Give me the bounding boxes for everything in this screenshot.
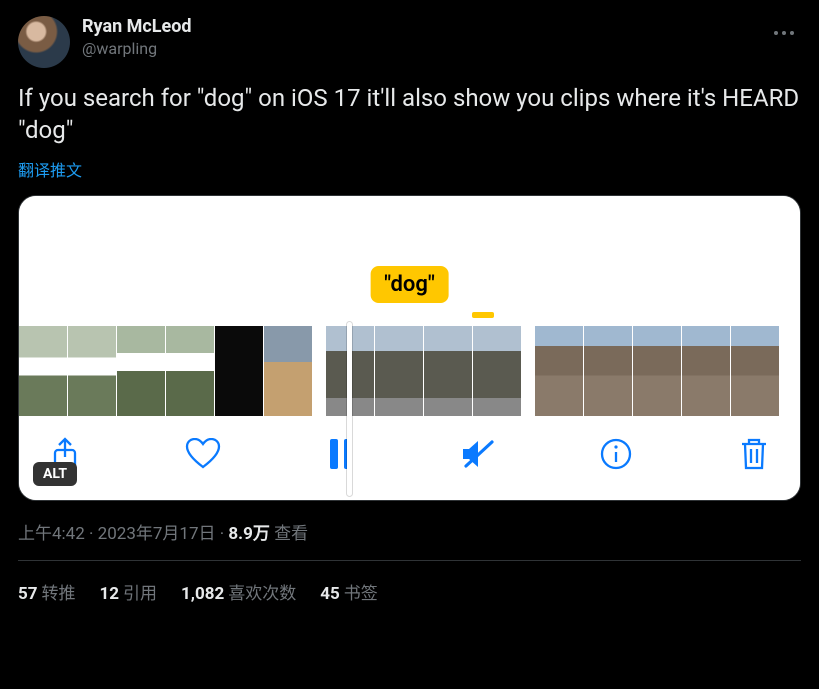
- clip-thumb: [264, 326, 312, 416]
- playhead[interactable]: [347, 322, 352, 496]
- clip-thumb: [473, 326, 521, 416]
- clip-thumb: [682, 326, 730, 416]
- tweet-header: Ryan McLeod @warpling: [18, 16, 801, 68]
- clip-thumb: [68, 326, 116, 416]
- tweet-container: Ryan McLeod @warpling If you search for …: [0, 0, 819, 614]
- clip-thumb: [535, 326, 583, 416]
- author-handle: @warpling: [82, 39, 755, 58]
- tweet-date[interactable]: 2023年7月17日: [98, 524, 216, 544]
- clip-thumb: [731, 326, 779, 416]
- like-button[interactable]: [185, 436, 221, 472]
- views-count: 8.9万: [228, 524, 269, 544]
- clip-group: [535, 326, 779, 416]
- likes-stat[interactable]: 1,082喜欢次数: [181, 579, 296, 604]
- heart-icon: [185, 438, 221, 470]
- more-button[interactable]: [767, 16, 801, 50]
- tweet-meta: 上午4:42 · 2023年7月17日 · 8.9万 查看: [18, 519, 801, 544]
- ellipsis-icon: [774, 31, 778, 35]
- info-button[interactable]: [598, 436, 634, 472]
- clip-thumb: [215, 326, 263, 416]
- video-timeline[interactable]: [19, 196, 800, 416]
- stats-row: 57转推 12引用 1,082喜欢次数 45书签: [18, 561, 801, 604]
- clip-thumb: [19, 326, 67, 416]
- media-toolbar: [19, 416, 800, 500]
- tweet-text: If you search for "dog" on iOS 17 it'll …: [18, 82, 801, 147]
- retweets-stat[interactable]: 57转推: [18, 579, 76, 604]
- author-block[interactable]: Ryan McLeod @warpling: [82, 16, 755, 58]
- search-term-marker: [472, 312, 494, 318]
- quotes-stat[interactable]: 12引用: [100, 579, 158, 604]
- tweet-time[interactable]: 上午4:42: [18, 524, 85, 544]
- clip-thumb: [166, 326, 214, 416]
- clip-thumb: [375, 326, 423, 416]
- media-card[interactable]: "dog": [18, 195, 801, 501]
- alt-badge[interactable]: ALT: [33, 462, 77, 486]
- pause-button[interactable]: [323, 436, 359, 472]
- clip-thumb: [117, 326, 165, 416]
- search-term-badge: "dog": [370, 266, 449, 303]
- mute-button[interactable]: [460, 436, 496, 472]
- clip-group: [326, 326, 521, 416]
- bookmarks-stat[interactable]: 45书签: [320, 579, 378, 604]
- clip-group: [19, 326, 312, 416]
- views-label: 查看: [274, 524, 308, 544]
- author-name: Ryan McLeod: [82, 16, 755, 37]
- clip-thumb: [424, 326, 472, 416]
- delete-button[interactable]: [736, 436, 772, 472]
- clip-thumb: [633, 326, 681, 416]
- trash-icon: [740, 437, 768, 471]
- avatar[interactable]: [18, 16, 70, 68]
- mute-icon: [460, 439, 496, 469]
- translate-link[interactable]: 翻译推文: [18, 157, 82, 181]
- clip-thumb: [584, 326, 632, 416]
- info-icon: [600, 438, 632, 470]
